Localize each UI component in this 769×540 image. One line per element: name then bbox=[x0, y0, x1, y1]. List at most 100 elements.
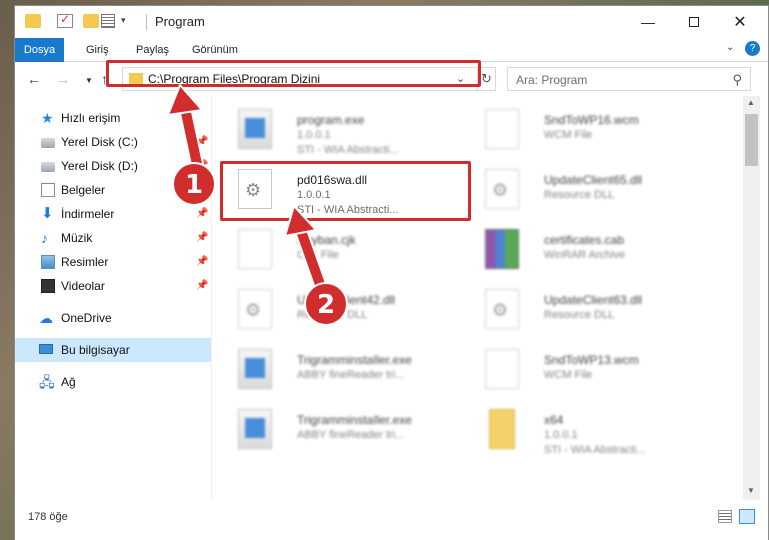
tab-view[interactable]: Görünüm bbox=[192, 38, 238, 62]
network-icon: 🖧 bbox=[39, 374, 55, 390]
file-tile[interactable]: SndToWP13.wcm WCM File bbox=[459, 341, 699, 397]
documents-icon bbox=[41, 183, 55, 197]
dll-file-icon bbox=[238, 289, 272, 329]
sidebar-item-quick-access[interactable]: ★ Hızlı erişim bbox=[15, 106, 211, 130]
file-tile[interactable]: UpdateClient63.dll Resource DLL bbox=[459, 281, 699, 337]
help-icon[interactable]: ? bbox=[745, 41, 760, 56]
disk-icon bbox=[41, 162, 55, 172]
file-detail: Resource DLL bbox=[544, 309, 615, 321]
file-tile[interactable]: x64 1.0.0.1 STI - WIA Abstracti... bbox=[459, 401, 699, 457]
ribbon: Dosya Giriş Paylaş Görünüm ⌄ ? bbox=[15, 38, 768, 62]
sidebar-item-label: Ağ bbox=[61, 375, 76, 389]
file-name: TrigramminstaIler.exe bbox=[297, 353, 412, 367]
quick-access-dropdown-icon[interactable]: ▾ bbox=[121, 15, 126, 26]
scroll-down-icon[interactable]: ▼ bbox=[747, 486, 755, 495]
item-count: 178 öğe bbox=[28, 511, 68, 523]
file-detail: 1.0.0.1 bbox=[297, 129, 331, 141]
sidebar-item-this-pc[interactable]: Bu bilgisayar bbox=[15, 338, 211, 362]
file-detail: WCM File bbox=[544, 129, 593, 141]
dll-file-icon bbox=[485, 289, 519, 329]
tab-home[interactable]: Giriş bbox=[86, 38, 109, 62]
pin-icon[interactable]: 📌 bbox=[196, 130, 208, 154]
search-icon: ⚲ bbox=[732, 72, 742, 87]
archive-file-icon bbox=[485, 229, 519, 269]
file-detail: STI - WIA Abstracti... bbox=[297, 144, 399, 156]
file-detail: WCM File bbox=[544, 369, 593, 381]
tab-share[interactable]: Paylaş bbox=[136, 38, 169, 62]
window-title: Program bbox=[155, 14, 205, 29]
folder-icon bbox=[489, 409, 515, 449]
file-list: program.exe 1.0.0.1 STI - WIA Abstracti.… bbox=[212, 96, 743, 500]
file-tile[interactable]: SndToWP16.wcm WCM File bbox=[459, 101, 699, 157]
sidebar-item-disk-c[interactable]: Yerel Disk (C:) 📌 bbox=[15, 130, 211, 154]
ribbon-expand-icon[interactable]: ⌄ bbox=[726, 42, 734, 53]
file-tile[interactable]: program.exe 1.0.0.1 STI - WIA Abstracti.… bbox=[212, 101, 452, 157]
cloud-icon: ☁ bbox=[39, 310, 53, 326]
status-bar: 178 öğe bbox=[15, 500, 768, 540]
pin-icon[interactable]: 📌 bbox=[196, 250, 208, 274]
sidebar-item-videos[interactable]: Videolar 📌 bbox=[15, 274, 211, 298]
file-name: UpdateClient65.dll bbox=[544, 173, 643, 187]
maximize-icon bbox=[689, 17, 699, 27]
navigation-pane: ★ Hızlı erişim Yerel Disk (C:) 📌 Yerel D… bbox=[15, 96, 211, 500]
document-file-icon bbox=[485, 109, 519, 149]
music-icon: ♪ bbox=[41, 230, 48, 246]
exe-file-icon bbox=[238, 409, 272, 449]
file-tile[interactable]: TrigramminstaIler.exe ABBY fineReader tr… bbox=[212, 401, 452, 457]
properties-check-icon[interactable] bbox=[57, 12, 73, 28]
sidebar-item-pictures[interactable]: Resimler 📌 bbox=[15, 250, 211, 274]
title-bar: ▾ Program — ✕ bbox=[15, 6, 768, 38]
file-detail: STI - WIA Abstracti... bbox=[544, 444, 646, 456]
disk-icon bbox=[41, 138, 55, 148]
sidebar-item-label: Resimler bbox=[61, 255, 109, 269]
sidebar-item-label: Bu bilgisayar bbox=[61, 343, 130, 357]
scroll-up-icon[interactable]: ▲ bbox=[747, 98, 755, 107]
sidebar-item-label: Videolar bbox=[61, 279, 105, 293]
pin-icon[interactable]: 📌 bbox=[196, 274, 208, 298]
sidebar-item-label: Yerel Disk (C:) bbox=[61, 135, 138, 149]
sidebar-item-onedrive[interactable]: ☁ OneDrive bbox=[15, 306, 211, 330]
file-detail: ABBY fineReader tri... bbox=[297, 369, 405, 381]
file-name: TrigramminstaIler.exe bbox=[297, 413, 412, 427]
maximize-button[interactable] bbox=[671, 6, 717, 38]
step-1-badge: 1 bbox=[172, 162, 216, 206]
file-name: x64 bbox=[544, 413, 564, 427]
details-view-icon[interactable] bbox=[718, 510, 732, 523]
file-name: program.exe bbox=[297, 113, 365, 127]
file-detail: WinRAR Archive bbox=[544, 249, 626, 261]
file-tile[interactable]: certificates.cab WinRAR Archive bbox=[459, 221, 699, 277]
sidebar-item-label: İndirmeler bbox=[61, 207, 115, 221]
folder-icon bbox=[25, 14, 41, 28]
file-detail: Resource DLL bbox=[544, 189, 615, 201]
sidebar-item-label: Yerel Disk (D:) bbox=[61, 159, 138, 173]
vertical-scrollbar[interactable]: ▲ ▼ bbox=[743, 96, 760, 500]
new-folder-icon[interactable] bbox=[83, 14, 99, 28]
sidebar-item-downloads[interactable]: ⬇ İndirmeler 📌 bbox=[15, 202, 211, 226]
file-highlight-box bbox=[220, 161, 471, 221]
large-icons-view-icon[interactable] bbox=[739, 509, 755, 524]
file-tile[interactable]: Keyban.cjk CJK File bbox=[212, 221, 452, 277]
star-icon: ★ bbox=[41, 110, 54, 126]
file-detail: CJK File bbox=[297, 249, 339, 261]
sidebar-item-label: Belgeler bbox=[61, 183, 106, 197]
sidebar-item-label: OneDrive bbox=[61, 311, 112, 325]
exe-file-icon bbox=[238, 349, 272, 389]
sidebar-item-network[interactable]: 🖧 Ağ bbox=[15, 370, 211, 394]
forward-arrow-icon[interactable]: → bbox=[56, 71, 70, 87]
download-icon: ⬇ bbox=[41, 205, 54, 222]
file-tile[interactable]: UpdateClient65.dll Resource DLL bbox=[459, 161, 699, 217]
file-name: SndToWP16.wcm bbox=[544, 113, 639, 127]
properties-icon[interactable] bbox=[101, 14, 115, 28]
back-arrow-icon[interactable]: ← bbox=[27, 71, 41, 87]
recent-locations-icon[interactable]: ▼ bbox=[85, 76, 93, 85]
pictures-icon bbox=[41, 255, 55, 269]
close-button[interactable]: ✕ bbox=[717, 6, 763, 38]
search-input[interactable]: Ara: Program ⚲ bbox=[507, 67, 751, 91]
pin-icon[interactable]: 📌 bbox=[196, 226, 208, 250]
minimize-button[interactable]: — bbox=[625, 6, 671, 38]
tab-file[interactable]: Dosya bbox=[15, 38, 64, 62]
scrollbar-thumb[interactable] bbox=[745, 114, 758, 166]
sidebar-item-music[interactable]: ♪ Müzik 📌 bbox=[15, 226, 211, 250]
file-tile[interactable]: TrigramminstaIler.exe ABBY fineReader tr… bbox=[212, 341, 452, 397]
videos-icon bbox=[41, 279, 55, 293]
